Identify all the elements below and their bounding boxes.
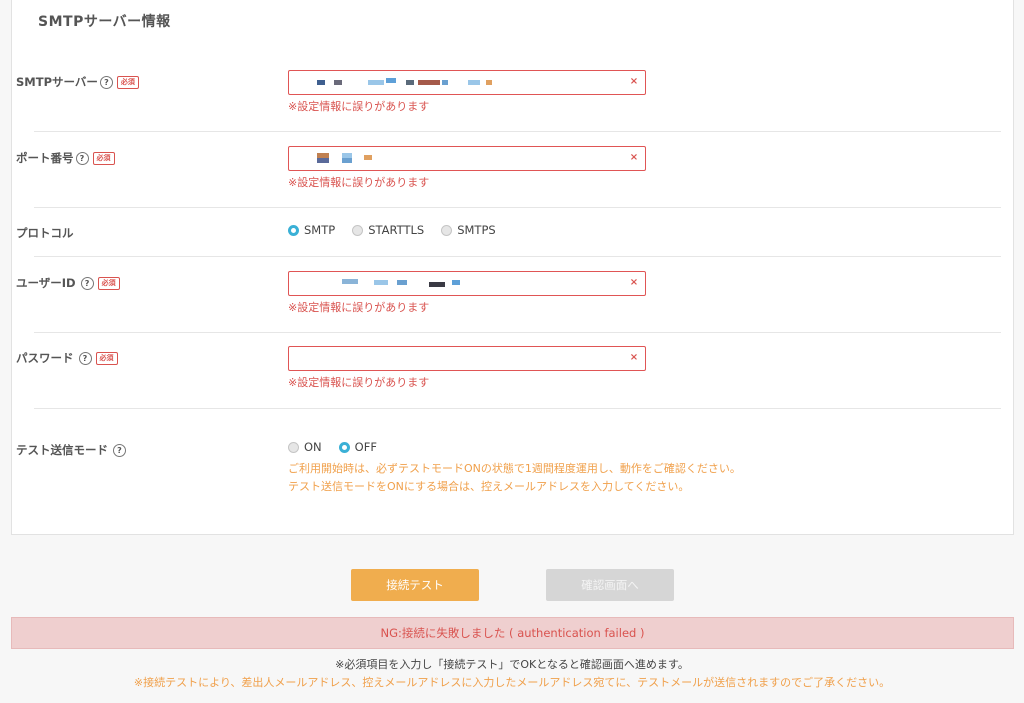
protocol-option-starttls[interactable]: STARTTLS	[352, 223, 424, 237]
smtp-server-label-text: SMTPサーバー	[16, 75, 98, 89]
clear-icon[interactable]: ×	[628, 277, 640, 289]
port-label-text: ポート番号	[16, 151, 74, 165]
radio-unchecked-icon	[352, 224, 364, 236]
test-mode-option-on[interactable]: ON	[288, 440, 322, 454]
protocol-option-label: SMTPS	[457, 223, 496, 237]
divider	[34, 207, 1001, 208]
port-error: ※設定情報に誤りがあります	[288, 176, 430, 189]
user-id-error: ※設定情報に誤りがあります	[288, 301, 430, 314]
clear-icon[interactable]: ×	[628, 152, 640, 164]
required-badge: 必須	[92, 151, 115, 165]
help-icon[interactable]: ?	[113, 443, 126, 457]
user-id-label: ユーザーID ? 必須	[16, 275, 120, 291]
test-mode-radio-group: ON OFF	[288, 440, 394, 454]
test-mode-option-label: OFF	[354, 440, 377, 454]
divider	[34, 131, 1001, 132]
help-icon[interactable]: ?	[78, 351, 92, 365]
protocol-option-label: SMTP	[304, 223, 336, 237]
help-icon[interactable]: ?	[75, 151, 89, 165]
password-label: パスワード ? 必須	[16, 350, 118, 366]
protocol-label: プロトコル	[16, 225, 74, 241]
footnote-test-mail: ※接続テストにより、差出人メールアドレス、控えメールアドレスに入力したメールアド…	[133, 676, 891, 689]
clear-icon[interactable]: ×	[628, 76, 640, 88]
connection-error-alert: NG:接続に失敗しました ( authentication failed )	[11, 617, 1014, 649]
test-mode-option-off[interactable]: OFF	[338, 440, 377, 454]
test-mode-note-1: ご利用開始時は、必ずテストモードONの状態で1週間程度運用し、動作をご確認くださ…	[288, 462, 741, 475]
required-badge: 必須	[97, 276, 120, 290]
help-icon[interactable]: ?	[99, 75, 113, 89]
radio-unchecked-icon	[441, 224, 453, 236]
test-mode-label: テスト送信モード ?	[16, 442, 126, 458]
help-icon[interactable]: ?	[80, 276, 94, 290]
clear-icon[interactable]: ×	[628, 352, 640, 364]
protocol-option-label: STARTTLS	[368, 223, 425, 237]
section-title: SMTPサーバー情報	[38, 14, 171, 30]
radio-checked-icon	[288, 224, 299, 236]
protocol-label-text: プロトコル	[16, 226, 74, 240]
protocol-radio-group: SMTP STARTTLS SMTPS	[288, 223, 513, 237]
password-error: ※設定情報に誤りがあります	[288, 376, 430, 389]
required-badge: 必須	[95, 351, 118, 365]
test-mode-label-text: テスト送信モード	[16, 443, 108, 457]
protocol-option-smtp[interactable]: SMTP	[288, 223, 335, 237]
test-mode-option-label: ON	[304, 440, 322, 454]
test-mode-note-2: テスト送信モードをONにする場合は、控えメールアドレスを入力してください。	[288, 480, 690, 493]
divider	[34, 332, 1001, 333]
radio-unchecked-icon	[288, 441, 299, 453]
smtp-settings-panel: SMTPサーバー情報 SMTPサーバー ? 必須 × ※設定情報に誤りがあります…	[11, 0, 1014, 535]
protocol-option-smtps[interactable]: SMTPS	[441, 223, 496, 237]
radio-checked-icon	[338, 441, 350, 453]
password-label-text: パスワード	[16, 351, 74, 365]
connect-test-button[interactable]: 接続テスト	[351, 569, 479, 601]
footnote-required: ※必須項目を入力し「接続テスト」でOKとなると確認画面へ進めます。	[335, 658, 689, 671]
divider	[34, 408, 1001, 409]
required-badge: 必須	[116, 75, 139, 89]
port-label: ポート番号 ? 必須	[16, 150, 115, 166]
password-input[interactable]	[288, 346, 646, 371]
confirm-screen-button[interactable]: 確認画面へ	[546, 569, 674, 601]
divider	[34, 256, 1001, 257]
user-id-label-text: ユーザーID	[16, 276, 76, 290]
smtp-server-label: SMTPサーバー ? 必須	[16, 74, 139, 90]
smtp-server-error: ※設定情報に誤りがあります	[288, 100, 430, 113]
